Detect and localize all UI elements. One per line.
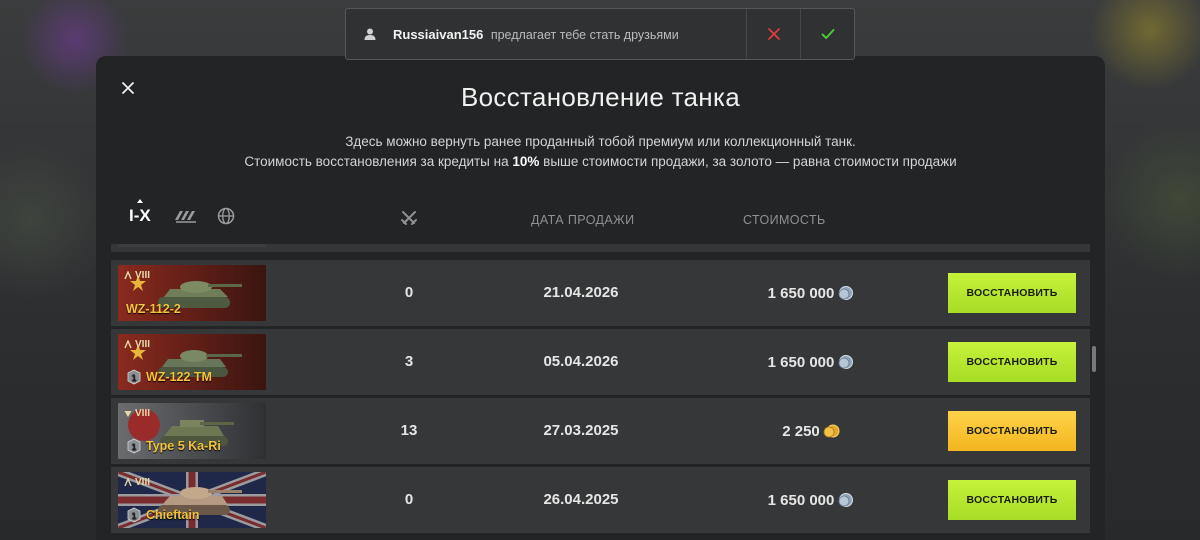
table-row: VIII 1 Chieftain 0 26.04.2025 1 650 000 … — [111, 467, 1090, 533]
tank-card[interactable]: VIII 1 Type 5 Ka-Ri — [118, 403, 266, 459]
restore-button[interactable]: ВОССТАНОВИТЬ — [948, 480, 1076, 520]
user-icon — [364, 28, 376, 40]
svg-text:1: 1 — [131, 374, 137, 383]
mastery-badge-icon: 1 — [127, 438, 141, 454]
sort-caret-icon — [137, 199, 143, 203]
desc-prefix: Стоимость восстановления за кредиты на — [244, 154, 509, 169]
mastery-badge-icon: 1 — [127, 369, 141, 385]
tank-card[interactable]: VIII 1 WZ-122 TM — [118, 334, 266, 390]
column-header-cost[interactable]: СТОИМОСТЬ — [743, 213, 826, 227]
sale-date: 26.04.2025 — [543, 491, 619, 508]
price-value: 1 650 000 — [767, 353, 835, 371]
price-value: 1 650 000 — [767, 491, 835, 509]
sale-date: 27.03.2025 — [543, 422, 619, 439]
description-line-2: Стоимость восстановления за кредиты на 1… — [96, 152, 1105, 172]
scrollbar[interactable] — [1092, 346, 1096, 372]
credits-icon — [838, 493, 854, 507]
tank-name: 1 WZ-122 TM — [126, 369, 212, 385]
restore-button[interactable]: ВОССТАНОВИТЬ — [948, 411, 1076, 451]
notification-username: Russiaivan156 — [393, 26, 484, 42]
tank-tier: VIII — [124, 339, 150, 350]
tank-list: VIII WZ-112-2 0 21.04.2026 1 650 000 ВОС… — [111, 244, 1090, 540]
table-row: VIII WZ-112-2 0 21.04.2026 1 650 000 ВОС… — [111, 260, 1090, 326]
tank-class-icon — [124, 271, 132, 280]
svg-text:1: 1 — [131, 512, 137, 521]
table-row — [111, 244, 1090, 252]
battles-column-icon[interactable] — [400, 209, 418, 227]
desc-percent: 10% — [512, 154, 540, 169]
accept-friend-button[interactable] — [800, 9, 854, 59]
price-value: 2 250 — [782, 422, 820, 440]
tank-class-icon — [124, 410, 132, 417]
tank-name: 1 Type 5 Ka-Ri — [126, 438, 221, 454]
table-row: VIII 1 Type 5 Ka-Ri 13 27.03.2025 2 250 … — [111, 398, 1090, 464]
tank-type-icon[interactable] — [173, 207, 199, 225]
restore-price: 2 250 — [711, 398, 911, 464]
battles-count: 0 — [404, 491, 414, 508]
filter-tabs: I-X — [129, 199, 235, 226]
tier-label: VIII — [135, 339, 151, 350]
decline-friend-button[interactable] — [746, 9, 800, 59]
tank-name: 1 Chieftain — [126, 507, 199, 523]
restore-button[interactable]: ВОССТАНОВИТЬ — [948, 273, 1076, 313]
battles-count: 13 — [400, 422, 418, 439]
tank-name-label: Type 5 Ka-Ri — [146, 439, 221, 453]
mastery-badge-icon: 1 — [127, 507, 141, 523]
tank-tier: VIII — [124, 270, 150, 281]
close-icon — [767, 28, 780, 40]
restore-price: 1 650 000 — [711, 260, 911, 326]
restore-price: 1 650 000 — [711, 329, 911, 395]
tank-name-label: WZ-122 TM — [146, 370, 212, 384]
tank-card[interactable]: VIII WZ-112-2 — [118, 265, 266, 321]
tank-card — [118, 244, 266, 247]
price-value: 1 650 000 — [767, 284, 835, 302]
tank-name: WZ-112-2 — [126, 302, 181, 316]
dialog-title: Восстановление танка — [461, 82, 740, 112]
notification-message: предлагает тебе стать друзьями — [490, 27, 679, 42]
tank-card[interactable]: VIII 1 Chieftain — [118, 472, 266, 528]
tier-label: VIII — [135, 408, 151, 419]
gold-icon — [823, 424, 840, 438]
notification-text: Russiaivan156 предлагает тебе стать друз… — [393, 27, 746, 42]
tank-restore-dialog: Восстановление танка Здесь можно вернуть… — [96, 56, 1105, 540]
sale-date: 21.04.2026 — [543, 284, 619, 301]
svg-text:1: 1 — [131, 443, 137, 452]
tab-tier-sort[interactable]: I-X — [129, 199, 151, 226]
column-header-sale-date[interactable]: ДАТА ПРОДАЖИ — [531, 213, 634, 227]
battles-count: 0 — [404, 284, 414, 301]
tank-class-icon — [124, 340, 132, 349]
dialog-description: Здесь можно вернуть ранее проданный тобо… — [96, 132, 1105, 172]
tank-tier: VIII — [124, 408, 150, 419]
tank-tier: VIII — [124, 477, 150, 488]
restore-button[interactable]: ВОССТАНОВИТЬ — [948, 342, 1076, 382]
tank-class-icon — [124, 478, 132, 487]
restore-price: 1 650 000 — [711, 467, 911, 533]
tier-label: VIII — [135, 270, 151, 281]
friend-request-notification: Russiaivan156 предлагает тебе стать друз… — [345, 8, 855, 60]
credits-icon — [838, 355, 854, 369]
tier-tab-label: I-X — [129, 206, 151, 225]
globe-icon[interactable] — [217, 207, 235, 225]
tier-label: VIII — [135, 477, 151, 488]
table-row: VIII 1 WZ-122 TM 3 05.04.2026 1 650 000 … — [111, 329, 1090, 395]
checkmark-icon — [821, 29, 834, 39]
description-line-1: Здесь можно вернуть ранее проданный тобо… — [345, 134, 856, 149]
credits-icon — [838, 286, 854, 300]
desc-suffix: выше стоимости продажи, за золото — равн… — [543, 154, 957, 169]
tank-name-label: Chieftain — [146, 508, 200, 522]
sale-date: 05.04.2026 — [543, 353, 619, 370]
tank-name-label: WZ-112-2 — [126, 302, 181, 316]
battles-count: 3 — [404, 353, 414, 370]
